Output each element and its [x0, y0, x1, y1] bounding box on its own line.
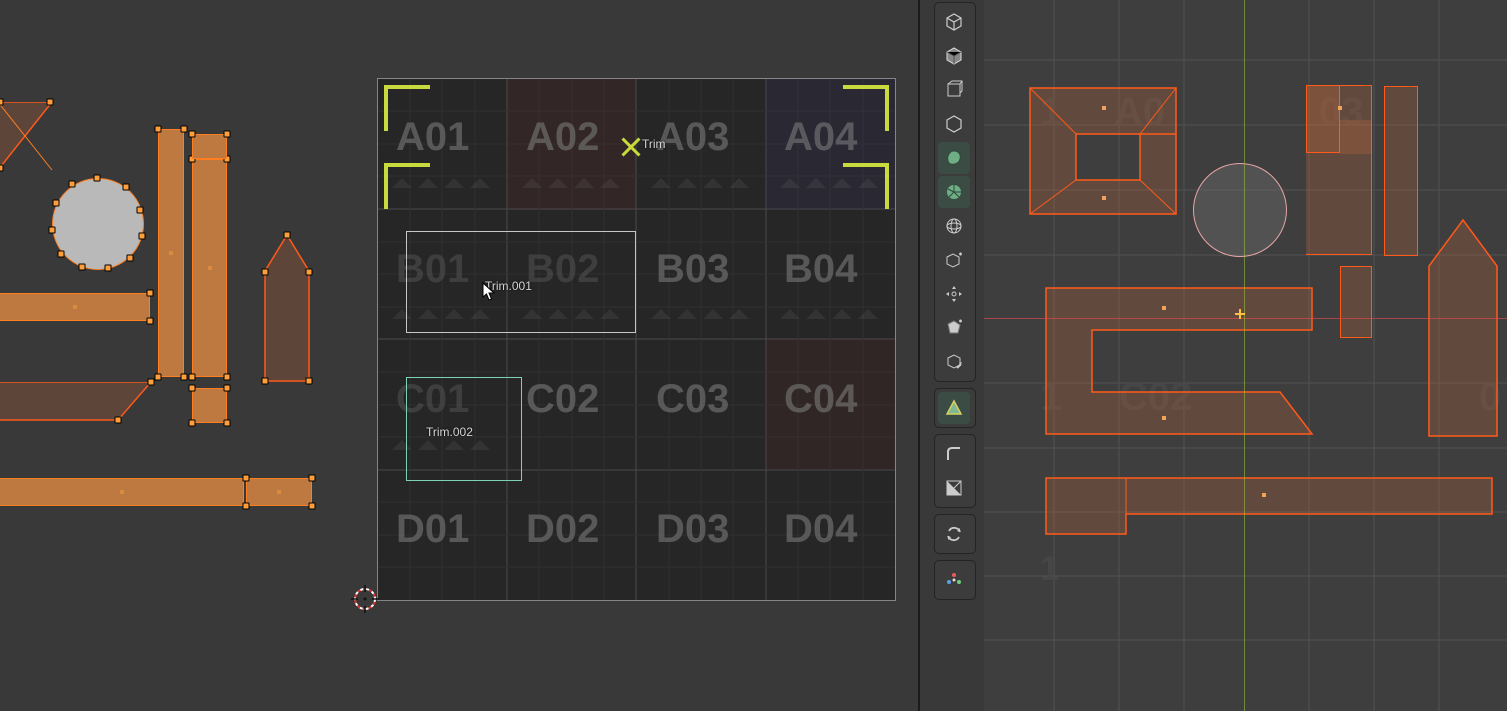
cube-front-icon[interactable] [938, 40, 970, 72]
grid-label: D01 [396, 507, 469, 552]
pie-icon[interactable] [938, 176, 970, 208]
grid-label: B04 [784, 247, 857, 292]
polygon-plus-icon[interactable] [938, 312, 970, 344]
viewport-3d[interactable]: 1 A0 03 1 C02 0 1 [984, 0, 1507, 711]
sync-icon[interactable] [938, 518, 970, 550]
mesh-object[interactable] [1340, 266, 1372, 338]
toolbar [934, 2, 976, 600]
grid-label: B03 [656, 247, 729, 292]
grid-label: D04 [784, 507, 857, 552]
uv-island[interactable] [192, 134, 227, 159]
quad-arrow-icon[interactable] [938, 346, 970, 378]
x-axis [984, 318, 1507, 319]
origin-marker [1235, 309, 1245, 319]
move-arrows-icon[interactable] [938, 278, 970, 310]
mesh-object[interactable] [1427, 218, 1499, 443]
decoration [392, 175, 496, 193]
cube-wire-icon[interactable] [938, 74, 970, 106]
uv-island[interactable] [263, 235, 311, 388]
sphere-icon[interactable] [938, 210, 970, 242]
grid-label: A03 [656, 115, 729, 160]
y-axis [1244, 0, 1245, 711]
grid-label: C04 [784, 377, 857, 422]
triangle-up-icon[interactable] [938, 392, 970, 424]
uv-grid[interactable]: A01 A02 A03 A04 B01 B02 B03 B04 C01 C02 … [377, 78, 896, 601]
cursor-2d [351, 585, 379, 613]
grid-label: C02 [526, 377, 599, 422]
mouse-pointer-icon [482, 282, 496, 302]
mesh-circle[interactable] [1193, 163, 1287, 257]
grid-label: A04 [784, 115, 857, 160]
trim-label: Trim.002 [426, 425, 473, 439]
uv-island[interactable] [192, 388, 227, 423]
mesh-object[interactable] [1306, 85, 1340, 153]
mesh-object[interactable] [1044, 476, 1494, 541]
grid-label: A02 [526, 115, 599, 160]
uv-island[interactable] [0, 382, 153, 427]
trim-marker[interactable] [621, 137, 641, 157]
grid-label: A01 [396, 115, 469, 160]
mesh-object[interactable] [1384, 86, 1418, 256]
grid-label: C03 [656, 377, 729, 422]
grid-label: D02 [526, 507, 599, 552]
blob-icon[interactable] [938, 142, 970, 174]
grid-label: D03 [656, 507, 729, 552]
area-divider[interactable] [918, 0, 920, 711]
rounded-corner-icon[interactable] [938, 438, 970, 470]
cube-solid-icon[interactable] [938, 108, 970, 140]
trim-label: Trim [642, 137, 666, 151]
mesh-object[interactable] [1044, 286, 1314, 441]
cube-plus-icon[interactable] [938, 244, 970, 276]
diagonal-fill-icon[interactable] [938, 472, 970, 504]
cube-transparent-icon[interactable] [938, 6, 970, 38]
uv-island[interactable] [0, 102, 58, 177]
dots-cluster-icon[interactable] [938, 564, 970, 596]
